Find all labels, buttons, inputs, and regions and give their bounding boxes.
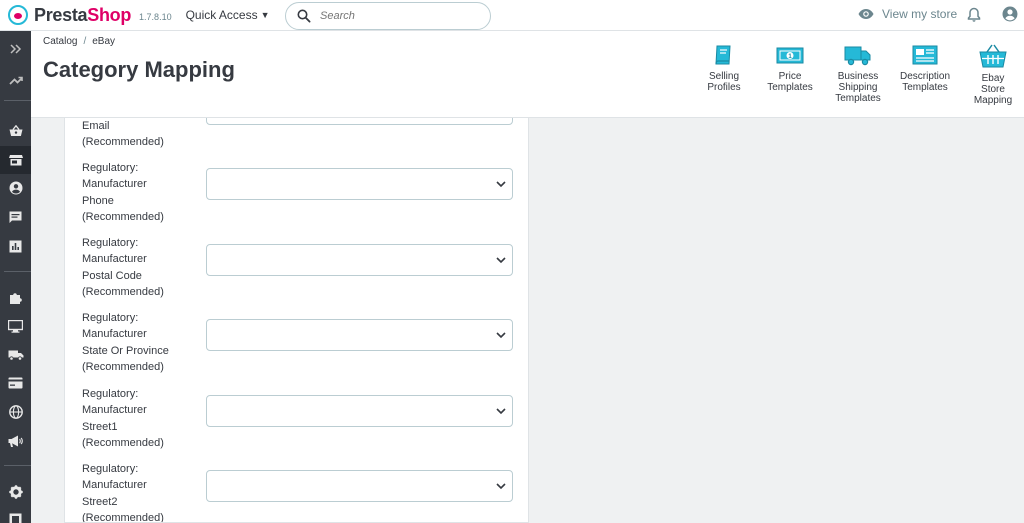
toolbar-description-templates-button[interactable]: Description Templates: [896, 43, 954, 93]
field-label-manufacturer-state: Regulatory: Manufacturer State Or Provin…: [82, 312, 169, 373]
manufacturer-email-select[interactable]: [206, 118, 513, 125]
toolbar-label: Templates: [767, 82, 813, 93]
logo-text-presta: Presta: [34, 4, 88, 25]
top-header: PrestaShop 1.7.8.10 Quick Access ▼ View …: [0, 0, 1024, 31]
bar-chart-icon: [9, 240, 22, 252]
field-label-manufacturer-phone: Regulatory: Manufacturer Phone (Recommen…: [82, 162, 164, 223]
notifications-button[interactable]: [967, 7, 981, 28]
prestashop-logo[interactable]: PrestaShop: [8, 5, 131, 26]
toolbar-selling-profiles-button[interactable]: Selling Profiles: [704, 43, 744, 93]
manufacturer-street1-select[interactable]: [206, 395, 513, 427]
chevron-down-icon: [496, 332, 506, 339]
manufacturer-phone-select[interactable]: [206, 168, 513, 200]
toolbar-label: Mapping: [973, 95, 1013, 106]
basket-icon: [979, 44, 1007, 68]
banknote-icon: 1: [776, 47, 804, 64]
category-mapping-form: Email (Recommended) Regulatory: Manufact…: [64, 118, 529, 523]
credit-card-icon: [8, 377, 23, 389]
sidebar-item-customers[interactable]: [0, 174, 31, 202]
toolbar-label: Store: [981, 84, 1005, 95]
sidebar-divider: [4, 271, 31, 272]
field-label-manufacturer-street2: Regulatory: Manufacturer Street2 (Recomm…: [82, 463, 164, 523]
box-icon: [9, 513, 22, 523]
newspaper-icon: [912, 45, 938, 65]
sidebar-item-design[interactable]: [0, 312, 31, 340]
toolbar-label: Description: [899, 71, 951, 82]
field-label-manufacturer-email: Email (Recommended): [82, 120, 164, 149]
sidebar-item-catalog[interactable]: [0, 146, 31, 174]
field-label-manufacturer-postal-code: Regulatory: Manufacturer Postal Code (Re…: [82, 237, 164, 298]
breadcrumb-ebay[interactable]: eBay: [92, 36, 115, 47]
toolbar-price-templates-button[interactable]: 1 Price Templates: [763, 43, 817, 93]
sidebar-item-stats[interactable]: [0, 232, 31, 260]
sidebar-item-advanced[interactable]: [0, 505, 31, 523]
sidebar-divider: [4, 465, 31, 466]
quick-access-label: Quick Access: [185, 8, 258, 22]
sidebar-item-orders[interactable]: [0, 117, 31, 145]
shopping-basket-icon: [9, 125, 22, 136]
caret-down-icon: ▼: [260, 10, 270, 20]
search-icon: [297, 9, 311, 23]
page-title: Category Mapping: [43, 57, 235, 82]
sidebar-item-dashboard[interactable]: [0, 66, 31, 94]
logo-text-shop: Shop: [87, 4, 132, 25]
megaphone-icon: [8, 435, 23, 447]
search-box[interactable]: [285, 2, 491, 30]
chevron-down-icon: [496, 483, 506, 490]
field-label-manufacturer-street1: Regulatory: Manufacturer Street1 (Recomm…: [82, 388, 164, 449]
view-store-label: View my store: [882, 7, 958, 21]
puzzle-icon: [9, 293, 22, 304]
sidebar-item-payment[interactable]: [0, 369, 31, 397]
truck-icon: [844, 46, 871, 66]
sidebar-item-shipping[interactable]: [0, 341, 31, 369]
chevron-down-icon: [496, 408, 506, 415]
eye-icon: [858, 9, 874, 19]
employee-menu-button[interactable]: [1002, 6, 1018, 27]
sidebar-nav: [0, 31, 31, 523]
breadcrumb: Catalog / eBay: [43, 36, 116, 47]
page-header: Catalog / eBay Category Mapping Selling Pr…: [31, 31, 1024, 118]
sidebar-divider: [4, 100, 31, 101]
quick-access-dropdown[interactable]: Quick Access ▼: [186, 8, 270, 22]
view-store-link[interactable]: View my store: [858, 7, 957, 21]
sidebar-item-international[interactable]: [0, 398, 31, 426]
chevron-down-icon: [496, 257, 506, 264]
manufacturer-postal-code-select[interactable]: [206, 244, 513, 276]
manufacturer-street2-select[interactable]: [206, 470, 513, 502]
sidebar-item-marketing[interactable]: [0, 427, 31, 455]
sidebar-item-collapse[interactable]: [0, 35, 31, 63]
sidebar-item-modules[interactable]: [0, 284, 31, 312]
trending-up-icon: [8, 76, 23, 85]
toolbar-label: Profiles: [707, 82, 741, 93]
expand-icon: [9, 44, 21, 54]
toolbar-label: Ebay: [981, 73, 1005, 84]
gear-icon: [8, 485, 23, 499]
toolbar-label: Selling: [708, 71, 740, 82]
truck-icon: [8, 350, 23, 361]
chevron-down-icon: [496, 181, 506, 188]
chat-icon: [9, 211, 22, 223]
globe-icon: [8, 405, 23, 419]
toolbar-label: Price: [778, 71, 802, 82]
store-icon: [8, 155, 23, 166]
toolbar-label: Shipping: [838, 82, 878, 93]
toolbar-label: Business: [837, 71, 879, 82]
book-icon: [715, 45, 731, 65]
toolbar-label: Templates: [902, 82, 948, 93]
version-label: 1.7.8.10: [139, 12, 172, 22]
toolbar-business-shipping-templates-button[interactable]: Business Shipping Templates: [833, 43, 883, 104]
search-input[interactable]: [320, 10, 470, 22]
breadcrumb-catalog[interactable]: Catalog: [43, 36, 77, 47]
account-circle-icon: [9, 181, 22, 195]
toolbar-label: Templates: [835, 93, 881, 104]
desktop-icon: [8, 319, 23, 333]
sidebar-item-messages[interactable]: [0, 203, 31, 231]
puffin-logo-icon: [8, 5, 28, 25]
sidebar-item-configure[interactable]: [0, 478, 31, 506]
manufacturer-state-select[interactable]: [206, 319, 513, 351]
account-circle-icon: [1002, 6, 1018, 22]
bell-icon: [967, 7, 981, 22]
toolbar-ebay-store-mapping-button[interactable]: Ebay Store Mapping: [969, 43, 1017, 106]
